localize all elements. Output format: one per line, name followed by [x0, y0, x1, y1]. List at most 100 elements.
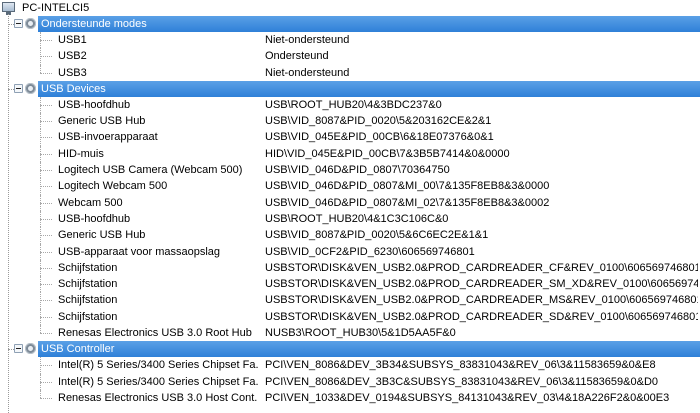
item-value: NUSB3\ROOT_HUB30\5&1D5AA5F&0	[265, 327, 456, 340]
group-title: USB Controller	[38, 341, 700, 358]
tree-branch-line	[40, 218, 52, 220]
item-value: USB\VID_045E&PID_00CB\6&18E07376&0&1	[265, 131, 494, 144]
tree-item[interactable]: Schijfstation USBSTOR\DISK&VEN_USB2.0&PRO…	[0, 276, 700, 293]
item-value: USB\VID_8087&PID_0020\5&203162CE&2&1	[265, 115, 492, 128]
item-name: USB-apparaat voor massaopslag	[58, 245, 221, 258]
tree-item[interactable]: Renesas Electronics USB 3.0 Host Cont...…	[0, 389, 700, 406]
item-value: Ondersteund	[265, 50, 329, 63]
gear-icon	[25, 18, 36, 29]
tree-branch-line	[40, 300, 52, 302]
group-list: Ondersteunde modes USB1 Niet-ondersteund US…	[0, 16, 700, 406]
item-name: USB2	[58, 50, 87, 63]
tree-root-line	[8, 14, 9, 413]
item-name: Intel(R) 5 Series/3400 Series Chipset Fa…	[58, 359, 258, 372]
item-name: Schijfstation	[58, 261, 118, 274]
tree-branch-line	[40, 235, 52, 237]
item-name: Schijfstation	[58, 278, 118, 291]
item-name: Generic USB Hub	[58, 229, 146, 242]
tree-group: USB Controller Intel(R) 5 Series/3400 Ser…	[0, 341, 700, 406]
item-value: USBSTOR\DISK&VEN_USB2.0&PROD_CARDREADER_…	[265, 261, 698, 274]
tree-item[interactable]: Intel(R) 5 Series/3400 Series Chipset Fa…	[0, 373, 700, 390]
group-header[interactable]: Ondersteunde modes	[0, 16, 700, 32]
collapse-icon[interactable]	[14, 344, 23, 354]
tree-branch-line	[40, 202, 52, 204]
item-value: USB\VID_8087&PID_0020\5&6C6EC2E&1&1	[265, 229, 489, 242]
tree-item[interactable]: Logitech Webcam 500 USB\VID_046D&PID_0807…	[0, 178, 700, 195]
tree-item[interactable]: USB1 Niet-ondersteund	[0, 32, 700, 49]
tree-item[interactable]: USB-hoofdhub USB\ROOT_HUB20\4&1C3C106C&0	[0, 210, 700, 228]
item-name: USB-invoerapparaat	[58, 131, 158, 144]
gear-icon	[25, 343, 36, 355]
item-name: Renesas Electronics USB 3.0 Root Hub	[58, 327, 252, 340]
item-value: USB\VID_046D&PID_0807&MI_00\7&135F8EB8&3…	[265, 180, 550, 193]
item-value: USBSTOR\DISK&VEN_USB2.0&PROD_CARDREADER_…	[265, 294, 698, 307]
tree-branch-line	[40, 56, 52, 58]
item-value: PCI\VEN_8086&DEV_3B3C&SUBSYS_83831043&RE…	[265, 375, 659, 388]
tree-branch-line	[40, 365, 52, 367]
tree-item[interactable]: Renesas Electronics USB 3.0 Root Hub NUSB…	[0, 325, 700, 341]
item-name: Logitech Webcam 500	[58, 180, 168, 193]
tree-item[interactable]: USB-apparaat voor massaopslag USB\VID_0CF…	[0, 243, 700, 260]
tree-root[interactable]: PC-INTELCI5	[0, 0, 700, 16]
tree-branch-line	[40, 72, 52, 74]
root-label: PC-INTELCI5	[22, 2, 90, 14]
item-name: Schijfstation	[58, 294, 118, 307]
item-name: USB-hoofdhub	[58, 212, 131, 225]
tree-item[interactable]: USB3 Niet-ondersteund	[0, 64, 700, 81]
device-tree: PC-INTELCI5 Ondersteunde modes USB1 Niet-o…	[0, 0, 700, 406]
item-value: Niet-ondersteund	[265, 66, 350, 79]
tree-branch-line	[40, 316, 52, 318]
tree-item[interactable]: USB-hoofdhub USB\ROOT_HUB20\4&3BDC237&0	[0, 96, 700, 114]
collapse-icon[interactable]	[14, 19, 23, 28]
item-name: USB3	[58, 66, 87, 79]
tree-branch-line	[40, 284, 52, 286]
item-name: USB-hoofdhub	[58, 98, 131, 111]
item-name: Generic USB Hub	[58, 115, 146, 128]
gear-icon	[25, 82, 36, 94]
item-name: Renesas Electronics USB 3.0 Host Cont...	[58, 391, 258, 404]
tree-item[interactable]: USB2 Ondersteund	[0, 48, 700, 65]
tree-branch-line	[40, 381, 52, 383]
tree-branch-line	[40, 153, 52, 155]
item-value: PCI\VEN_8086&DEV_3B34&SUBSYS_83831043&RE…	[265, 359, 656, 372]
tree-item[interactable]: Intel(R) 5 Series/3400 Series Chipset Fa…	[0, 357, 700, 374]
item-name: Schijfstation	[58, 310, 118, 323]
item-value: USB\ROOT_HUB20\4&3BDC237&0	[265, 98, 442, 111]
item-value: USB\VID_046D&PID_0807\70364750	[265, 164, 450, 177]
item-value: USB\VID_046D&PID_0807&MI_02\7&135F8EB8&3…	[265, 196, 550, 209]
tree-item[interactable]: Schijfstation USBSTOR\DISK&VEN_USB2.0&PRO…	[0, 308, 700, 326]
group-title: Ondersteunde modes	[38, 16, 700, 32]
group-header[interactable]: USB Devices	[0, 80, 700, 97]
item-value: PCI\VEN_1033&DEV_0194&SUBSYS_84131043&RE…	[265, 391, 670, 404]
group-header[interactable]: USB Controller	[0, 341, 700, 358]
item-value: HID\VID_045E&PID_00CB\7&3B5B7414&0&0000	[265, 147, 510, 160]
tree-branch-line	[40, 170, 52, 172]
item-name: Intel(R) 5 Series/3400 Series Chipset Fa…	[58, 375, 258, 388]
group-title: USB Devices	[38, 80, 700, 97]
tree-branch-line	[40, 333, 52, 335]
item-value: USBSTOR\DISK&VEN_USB2.0&PROD_CARDREADER_…	[265, 278, 698, 291]
item-name: HID-muis	[58, 147, 104, 160]
tree-branch-line	[40, 40, 52, 41]
item-value: Niet-ondersteund	[265, 34, 350, 46]
tree-item[interactable]: USB-invoerapparaat USB\VID_045E&PID_00CB\…	[0, 129, 700, 146]
tree-item[interactable]: Generic USB Hub USB\VID_8087&PID_0020\5&2…	[0, 113, 700, 130]
tree-item[interactable]: Schijfstation USBSTOR\DISK&VEN_USB2.0&PRO…	[0, 259, 700, 277]
tree-item[interactable]: Schijfstation USBSTOR\DISK&VEN_USB2.0&PRO…	[0, 292, 700, 309]
item-value: USB\ROOT_HUB20\4&1C3C106C&0	[265, 212, 449, 225]
tree-branch-line	[40, 104, 52, 106]
tree-branch-line	[40, 267, 52, 269]
tree-item[interactable]: HID-muis HID\VID_045E&PID_00CB\7&3B5B7414…	[0, 145, 700, 163]
tree-item[interactable]: Logitech USB Camera (Webcam 500) USB\VID_…	[0, 162, 700, 179]
computer-icon	[2, 2, 15, 15]
tree-item[interactable]: Webcam 500 USB\VID_046D&PID_0807&MI_02\7&…	[0, 194, 700, 211]
tree-branch-line	[40, 251, 52, 253]
item-value: USB\VID_0CF2&PID_6230\606569746801	[265, 245, 475, 258]
item-name: USB1	[58, 34, 87, 46]
collapse-icon[interactable]	[14, 83, 23, 93]
item-value: USBSTOR\DISK&VEN_USB2.0&PROD_CARDREADER_…	[265, 310, 698, 323]
tree-branch-line	[40, 137, 52, 139]
tree-group: USB Devices USB-hoofdhub USB\ROOT_HUB20\4&…	[0, 80, 700, 341]
tree-item[interactable]: Generic USB Hub USB\VID_8087&PID_0020\5&6…	[0, 227, 700, 244]
item-name: Logitech USB Camera (Webcam 500)	[58, 164, 243, 177]
